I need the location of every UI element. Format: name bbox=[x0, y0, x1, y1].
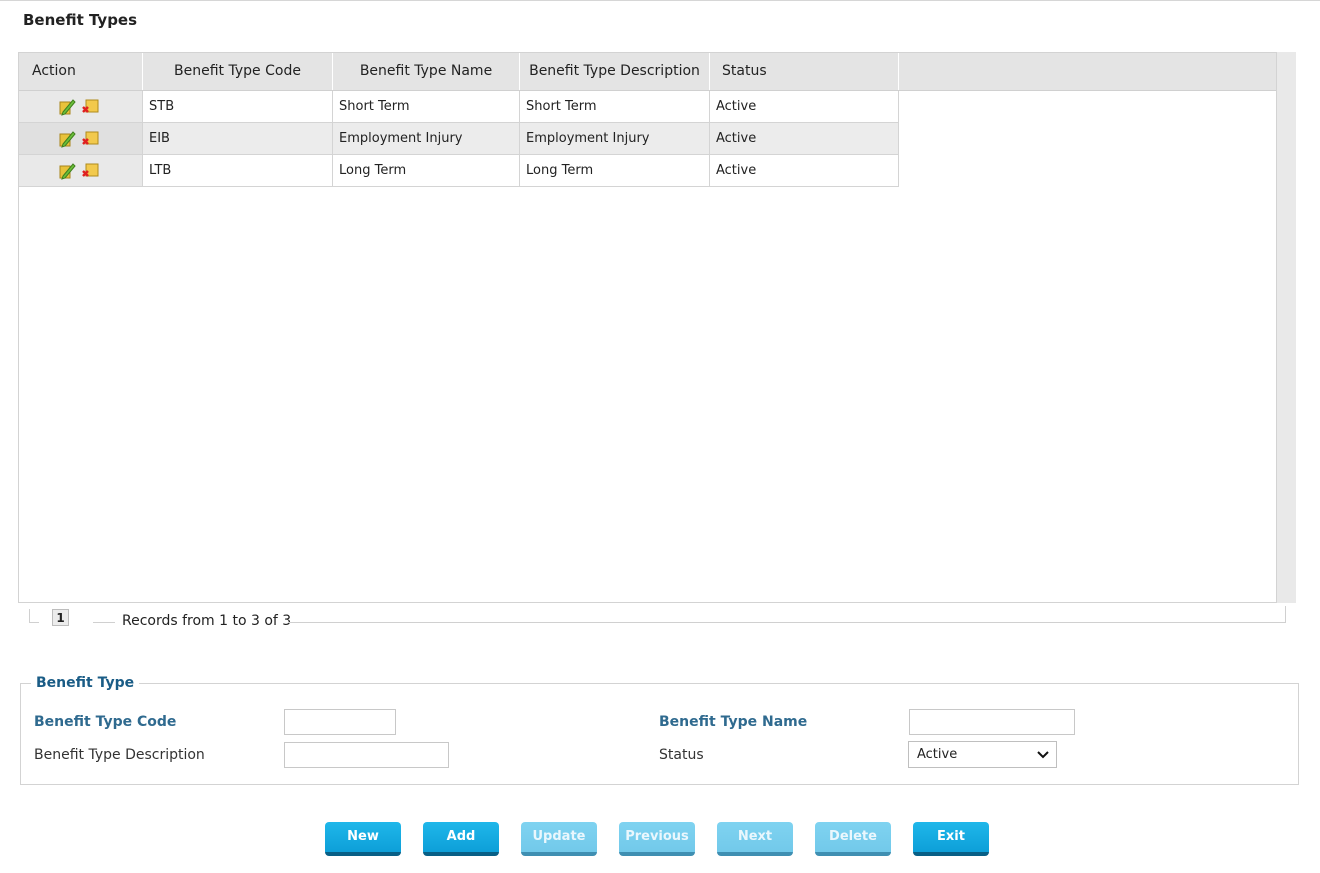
page-button-1[interactable]: 1 bbox=[52, 609, 69, 626]
benefit-type-code-input[interactable] bbox=[284, 709, 396, 735]
status-selected-value: Active bbox=[917, 747, 958, 762]
column-header-description[interactable]: Benefit Type Description bbox=[520, 53, 710, 90]
benefit-type-description-label: Benefit Type Description bbox=[34, 747, 205, 763]
action-cell bbox=[19, 155, 143, 186]
top-border bbox=[0, 0, 1320, 1]
cell-description: Employment Injury bbox=[520, 123, 710, 154]
benefit-type-name-input[interactable] bbox=[909, 709, 1075, 735]
pager-divider bbox=[1285, 606, 1286, 623]
page-title: Benefit Types bbox=[23, 11, 138, 29]
delete-icon[interactable] bbox=[81, 161, 101, 181]
benefit-type-description-input[interactable] bbox=[284, 742, 449, 768]
cell-code: STB bbox=[143, 91, 333, 122]
table-row[interactable]: EIB Employment Injury Employment Injury … bbox=[19, 123, 899, 155]
cell-name: Long Term bbox=[333, 155, 520, 186]
column-header-name[interactable]: Benefit Type Name bbox=[333, 53, 520, 90]
add-button[interactable]: Add bbox=[423, 822, 499, 856]
grid-scrollbar[interactable] bbox=[1277, 52, 1296, 603]
column-header-action[interactable]: Action bbox=[19, 53, 143, 90]
cell-status: Active bbox=[710, 91, 899, 122]
chevron-down-icon bbox=[1037, 751, 1049, 759]
cell-name: Short Term bbox=[333, 91, 520, 122]
column-header-code[interactable]: Benefit Type Code bbox=[143, 53, 333, 90]
cell-status: Active bbox=[710, 155, 899, 186]
benefit-types-grid: Action Benefit Type Code Benefit Type Na… bbox=[18, 52, 1277, 603]
cell-code: EIB bbox=[143, 123, 333, 154]
benefit-type-name-label: Benefit Type Name bbox=[659, 714, 808, 730]
records-summary: Records from 1 to 3 of 3 bbox=[122, 613, 292, 629]
action-cell bbox=[19, 123, 143, 154]
cell-description: Short Term bbox=[520, 91, 710, 122]
delete-button[interactable]: Delete bbox=[815, 822, 891, 856]
grid-header: Action Benefit Type Code Benefit Type Na… bbox=[19, 53, 1276, 91]
status-label: Status bbox=[659, 747, 704, 763]
update-button[interactable]: Update bbox=[521, 822, 597, 856]
action-cell bbox=[19, 91, 143, 122]
edit-icon[interactable] bbox=[57, 161, 77, 181]
table-row[interactable]: LTB Long Term Long Term Active bbox=[19, 155, 899, 187]
cell-status: Active bbox=[710, 123, 899, 154]
fieldset-legend: Benefit Type bbox=[31, 675, 140, 691]
pager-divider bbox=[29, 609, 30, 622]
pager-divider bbox=[288, 622, 1285, 623]
pager-divider bbox=[93, 622, 115, 623]
cell-code: LTB bbox=[143, 155, 333, 186]
delete-icon[interactable] bbox=[81, 97, 101, 117]
cell-name: Employment Injury bbox=[333, 123, 520, 154]
column-header-status[interactable]: Status bbox=[710, 53, 899, 90]
delete-icon[interactable] bbox=[81, 129, 101, 149]
previous-button[interactable]: Previous bbox=[619, 822, 695, 856]
benefit-type-fieldset bbox=[20, 683, 1299, 785]
exit-button[interactable]: Exit bbox=[913, 822, 989, 856]
next-button[interactable]: Next bbox=[717, 822, 793, 856]
new-button[interactable]: New bbox=[325, 822, 401, 856]
pager-divider bbox=[29, 622, 39, 623]
status-select[interactable]: Active bbox=[908, 741, 1057, 768]
cell-description: Long Term bbox=[520, 155, 710, 186]
edit-icon[interactable] bbox=[57, 97, 77, 117]
table-row[interactable]: STB Short Term Short Term Active bbox=[19, 91, 899, 123]
benefit-type-code-label: Benefit Type Code bbox=[34, 714, 177, 730]
edit-icon[interactable] bbox=[57, 129, 77, 149]
